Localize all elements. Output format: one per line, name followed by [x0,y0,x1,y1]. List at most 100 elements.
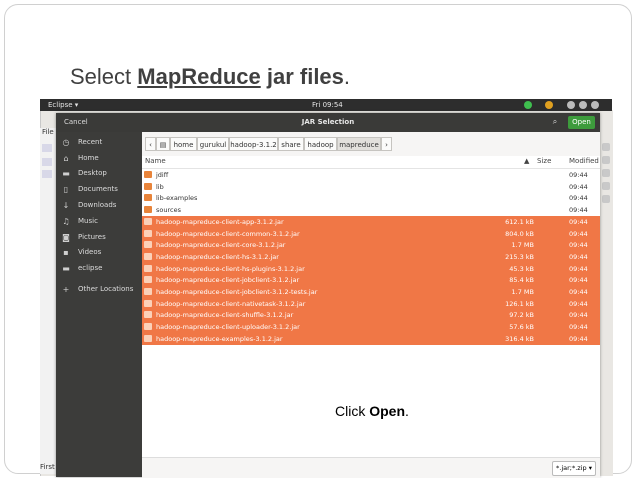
file-size: 85.4 kB [509,276,534,285]
file-row[interactable]: lib 09:44 [142,181,600,193]
file-size: 612.1 kB [505,217,534,226]
file-name: hadoop-mapreduce-client-jobclient-3.1.2.… [156,276,300,285]
toolbar-icon[interactable] [602,195,610,203]
file-name: lib-examples [156,194,198,203]
eclipse-left-panel: File [40,128,57,474]
file-modified: 09:44 [569,299,588,308]
sidebar-item-label: Documents [78,185,118,193]
column-name[interactable]: Name [145,157,166,165]
sidebar-item-videos[interactable]: ▪ Videos [56,245,142,260]
file-row[interactable]: hadoop-mapreduce-examples-3.1.2.jar 316.4… [142,332,600,345]
path-item-mapreduce[interactable]: mapreduce [337,137,381,151]
file-type-filter[interactable]: *.jar;*.zip ▾ [552,461,596,476]
file-row[interactable]: hadoop-mapreduce-client-common-3.1.2.jar… [142,227,600,240]
network-icon [567,101,575,109]
file-modified: 09:44 [569,264,588,273]
path-forward-button[interactable]: › [381,137,392,151]
file-row[interactable]: hadoop-mapreduce-client-app-3.1.2.jar 612… [142,215,600,228]
chrome-icon [545,101,553,109]
file-row[interactable]: lib-examples 09:44 [142,192,600,204]
document-icon: ▯ [63,185,69,194]
caption-open: Open [369,403,406,419]
path-toggle-icon[interactable]: ▤ [156,137,170,151]
sidebar-item-desktop[interactable]: ▬ Desktop [56,166,142,181]
title-suffix: . [343,64,351,89]
file-row[interactable]: hadoop-mapreduce-client-uploader-3.1.2.j… [142,321,600,334]
toolbar-icon[interactable] [602,156,610,164]
file-modified: 09:44 [569,171,588,179]
sidebar-item-eclipse[interactable]: ▬ eclipse [56,261,142,276]
file-row[interactable]: sources 09:44 [142,204,600,216]
path-item-hadoop[interactable]: hadoop [304,137,337,151]
file-row[interactable]: hadoop-mapreduce-client-shuffle-3.1.2.ja… [142,309,600,322]
file-row[interactable]: hadoop-mapreduce-client-hs-plugins-3.1.2… [142,262,600,275]
toolbar-icon[interactable] [602,182,610,190]
sidebar-item-label: Downloads [78,201,117,209]
file-modified: 09:44 [569,217,588,226]
file-name: hadoop-mapreduce-client-hs-plugins-3.1.2… [156,264,305,273]
sidebar-item-label: Other Locations [78,285,134,293]
sidebar-item-music[interactable]: ♫ Music [56,214,142,229]
folder-icon [144,194,152,202]
sidebar-item-recent[interactable]: ◷ Recent [56,135,142,150]
file-modified: 09:44 [569,206,588,215]
file-modified: 09:44 [569,311,588,320]
column-size[interactable]: Size [537,157,551,165]
file-modified: 09:44 [569,323,588,332]
file-modified: 09:44 [569,229,588,238]
file-size: 97.2 kB [509,311,534,320]
path-item-home[interactable]: home [170,137,197,151]
sidebar-item-pictures[interactable]: ◙ Pictures [56,230,142,245]
power-icon[interactable] [591,101,599,109]
eclipse-tree-icon [42,144,52,152]
path-item-gurukul[interactable]: gurukul [197,137,229,151]
title-jar-files: jar files [260,64,344,89]
file-modified: 09:44 [569,276,588,285]
cancel-button[interactable]: Cancel [60,116,92,129]
file-row[interactable]: hadoop-mapreduce-client-core-3.1.2.jar 1.… [142,239,600,252]
sidebar-item-label: Videos [78,248,102,256]
file-name: hadoop-mapreduce-client-core-3.1.2.jar [156,241,286,250]
sidebar-item-other-locations[interactable]: + Other Locations [56,282,142,297]
file-row[interactable]: hadoop-mapreduce-client-jobclient-3.1.2.… [142,274,600,287]
jar-file-icon [144,241,152,249]
sidebar-item-downloads[interactable]: ↓ Downloads [56,198,142,213]
file-row[interactable]: jdiff 09:44 [142,169,600,181]
path-back-button[interactable]: ‹ [145,137,156,151]
file-modified: 09:44 [569,334,588,343]
folder-icon [144,171,152,178]
file-name: lib [156,182,164,191]
file-row[interactable]: hadoop-mapreduce-client-jobclient-3.1.2-… [142,286,600,298]
music-icon: ♫ [62,217,70,226]
toolbar-icon[interactable] [602,143,610,151]
file-name: hadoop-mapreduce-client-nativetask-3.1.2… [156,299,306,308]
app-menu[interactable]: Eclipse ▾ [48,99,78,111]
search-icon[interactable]: ⌕ [550,117,560,127]
file-row[interactable]: hadoop-mapreduce-client-hs-3.1.2.jar 215.… [142,250,600,263]
sidebar-item-home[interactable]: ⌂ Home [56,151,142,166]
eclipse-menu-file[interactable]: File [42,128,54,136]
file-size: 1.7 MB [511,241,534,250]
folder-icon: ▬ [62,169,70,178]
path-item-share[interactable]: share [278,137,304,151]
file-modified: 09:44 [569,182,588,191]
open-button[interactable]: Open [568,116,595,129]
eclipse-tree-icon [42,170,52,178]
path-item-hadoop-3.1.2[interactable]: hadoop-3.1.2 [229,137,278,151]
jar-selection-dialog: JAR Selection Cancel ⌕ Open ◷ Recent ⌂ Hom… [56,113,600,478]
home-icon: ⌂ [63,154,69,163]
column-modified[interactable]: Modified [569,157,599,165]
file-size: 215.3 kB [505,252,534,261]
folder-icon: ▬ [62,264,70,273]
sort-up-icon[interactable]: ▲ [524,157,529,165]
sidebar-item-documents[interactable]: ▯ Documents [56,182,142,197]
jar-file-icon [144,334,152,342]
file-name: hadoop-mapreduce-client-app-3.1.2.jar [156,217,284,226]
volume-icon [579,101,587,109]
file-row[interactable]: hadoop-mapreduce-client-nativetask-3.1.2… [142,297,600,310]
toolbar-icon[interactable] [602,169,610,177]
video-icon: ▪ [63,248,69,257]
file-modified: 09:44 [569,194,588,203]
clock[interactable]: Fri 09:54 [312,99,343,111]
file-size: 316.4 kB [505,334,534,343]
